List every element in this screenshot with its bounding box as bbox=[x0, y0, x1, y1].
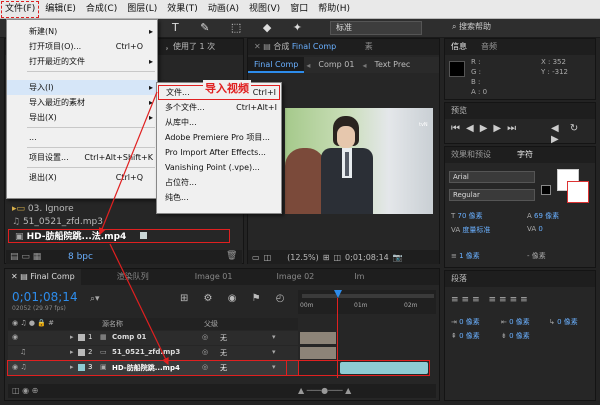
arrow-to-timeline-layer bbox=[109, 243, 169, 366]
arrow-to-project-file bbox=[98, 91, 158, 236]
annotation-arrows bbox=[98, 91, 169, 366]
